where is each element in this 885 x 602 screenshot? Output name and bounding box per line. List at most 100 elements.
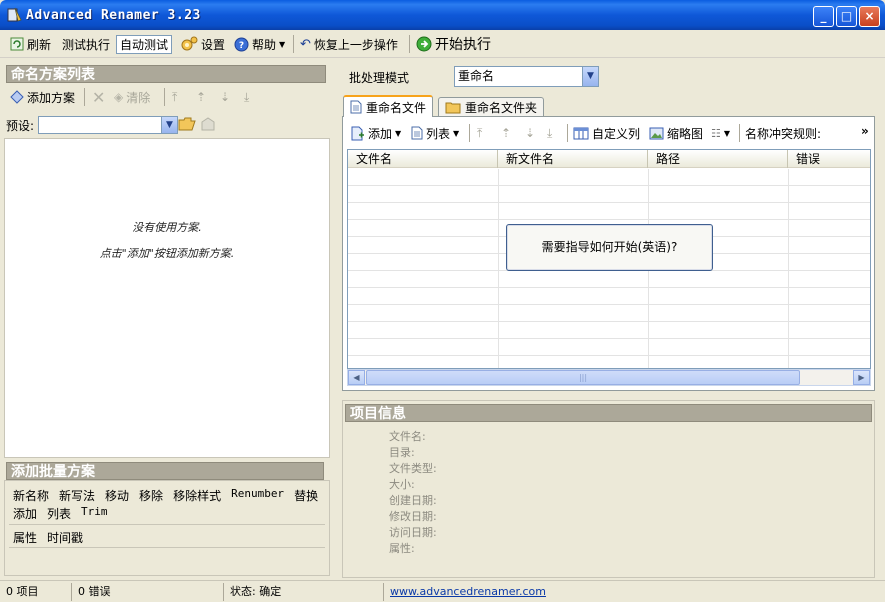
folder-icon	[445, 102, 461, 114]
column-header-path[interactable]: 路径	[648, 150, 788, 168]
move-top-button[interactable]: ⤒	[172, 87, 177, 107]
horizontal-scrollbar[interactable]: ◀ ||| ▶	[347, 369, 871, 386]
status-item-count: 0 项目	[0, 583, 72, 601]
move-bottom-button[interactable]: ⤓	[244, 87, 249, 107]
batch-method-batch_row3-0[interactable]: 属性	[13, 529, 37, 546]
chevron-double-right-icon: »	[861, 124, 869, 138]
settings-button[interactable]: 设置	[180, 34, 225, 54]
gear-icon	[181, 36, 198, 51]
add-files-button[interactable]: 添加 ▼	[351, 123, 401, 143]
settings-label: 设置	[201, 37, 226, 52]
view-mode-button[interactable]: ☷ ▼	[711, 123, 730, 143]
batch-method-batch_row1-5[interactable]: Renumber	[231, 487, 284, 504]
toolbar-separator	[469, 124, 470, 142]
batch-mode-select[interactable]: 重命名 ▼	[454, 66, 599, 87]
toolbar-separator	[409, 35, 410, 53]
column-header-new-filename[interactable]: 新文件名	[498, 150, 648, 168]
methods-list[interactable]: 没有使用方案. 点击"添加"按钮添加新方案.	[4, 138, 330, 458]
batch-method-batch_row2-2[interactable]: Trim	[81, 505, 108, 522]
list-button[interactable]: 列表 ▼	[411, 123, 459, 143]
move-down-button[interactable]: ⇣	[220, 87, 230, 107]
getting-started-help-button[interactable]: 需要指导如何开始(英语)?	[506, 224, 713, 271]
toolbar-separator	[567, 124, 568, 142]
window-title: Advanced Renamer 3.23	[26, 8, 201, 23]
move-down-button[interactable]: ⇣	[525, 123, 535, 143]
preset-select[interactable]: ▼	[38, 116, 178, 134]
undo-label: 恢复上一步操作	[313, 37, 398, 52]
move-up-button[interactable]: ⇡	[501, 123, 511, 143]
diamond-add-icon	[10, 90, 24, 104]
toolbar-separator	[293, 35, 294, 53]
preset-row: 预设: ▼	[4, 114, 328, 136]
help-menu-button[interactable]: ? 帮助 ▼	[234, 34, 285, 54]
custom-columns-label: 自定义列	[592, 126, 641, 141]
main-toolbar: 刷新 测试执行 自动测试 设置 ? 帮助 ▼ ↶ 恢复上一步操作 开始执行	[0, 30, 885, 58]
delete-method-button[interactable]: ✕	[92, 87, 105, 107]
batch-mode-value: 重命名	[458, 69, 495, 83]
scroll-right-button[interactable]: ▶	[853, 370, 870, 385]
batch-method-batch_row2-0[interactable]: 添加	[13, 505, 37, 522]
chevron-down-icon: ▼	[582, 67, 598, 86]
minimize-button[interactable]: _	[813, 6, 834, 27]
column-header-filename[interactable]: 文件名	[348, 150, 498, 168]
refresh-button[interactable]: 刷新	[10, 34, 51, 54]
item-info-field: 大小:	[389, 478, 415, 491]
toolbar-separator	[739, 124, 740, 142]
move-down-icon: ⇣	[525, 126, 536, 140]
open-preset-button[interactable]	[178, 114, 196, 134]
refresh-icon	[10, 37, 24, 51]
toolbar-overflow-button[interactable]: »	[861, 121, 869, 141]
item-info-panel: 项目信息 文件名: 目录: 文件类型: 大小: 创建日期: 修改日期: 访问日期: 属性:	[342, 400, 875, 578]
clear-button[interactable]: ◈ 清除	[114, 87, 150, 107]
toolbar-separator	[84, 88, 85, 106]
item-info-field: 修改日期:	[389, 510, 437, 523]
add-files-label: 添加	[368, 126, 393, 141]
batch-method-batch_row1-3[interactable]: 移除	[139, 487, 163, 504]
move-bottom-icon: ⤓	[244, 89, 250, 104]
view-list-icon: ☷	[711, 126, 721, 140]
website-link-cell: www.advancedrenamer.com	[384, 583, 885, 601]
undo-button[interactable]: ↶ 恢复上一步操作	[300, 34, 398, 54]
toolbar-separator	[164, 88, 165, 106]
close-button[interactable]: ×	[859, 6, 880, 27]
auto-test-toggle[interactable]: 自动测试	[116, 35, 173, 54]
item-info-field: 创建日期:	[389, 494, 437, 507]
add-method-button[interactable]: 添加方案	[10, 87, 75, 107]
save-icon	[201, 117, 215, 131]
batch-method-batch_row2-1[interactable]: 列表	[47, 505, 71, 522]
chevron-down-icon: ▼	[161, 117, 177, 133]
website-link[interactable]: www.advancedrenamer.com	[390, 585, 546, 598]
status-state: 状态: 确定	[224, 583, 384, 601]
move-up-button[interactable]: ⇡	[196, 87, 206, 107]
move-bottom-button[interactable]: ⤓	[547, 123, 552, 143]
batch-method-batch_row1-4[interactable]: 移除样式	[173, 487, 221, 504]
column-divider	[788, 169, 789, 368]
start-button[interactable]: 开始执行	[416, 34, 491, 54]
dropdown-arrow-icon: ▼	[279, 39, 286, 49]
batch-row: 属性 时间戳	[13, 529, 83, 546]
help-icon: ?	[234, 37, 249, 51]
maximize-button[interactable]: □	[836, 6, 857, 27]
move-down-icon: ⇣	[220, 90, 231, 104]
batch-method-batch_row1-0[interactable]: 新名称	[13, 487, 49, 504]
auto-test-label: 自动测试	[120, 38, 169, 52]
scroll-left-button[interactable]: ◀	[348, 370, 365, 385]
thumbnails-button[interactable]: 缩略图	[649, 123, 703, 143]
save-preset-button[interactable]	[200, 114, 216, 134]
title-bar: Advanced Renamer 3.23 _ □ ×	[0, 0, 885, 30]
batch-method-batch_row3-1[interactable]: 时间戳	[47, 529, 83, 546]
scroll-thumb[interactable]: |||	[366, 370, 800, 385]
batch-method-batch_row1-2[interactable]: 移动	[105, 487, 129, 504]
move-up-icon: ⇡	[501, 126, 512, 140]
methods-toolbar: 添加方案 ✕ ◈ 清除 ⤒ ⇡ ⇣ ⤓	[4, 86, 328, 108]
tab-rename-folders[interactable]: 重命名文件夹	[438, 97, 545, 117]
batch-method-batch_row1-6[interactable]: 替换	[294, 487, 318, 504]
custom-columns-button[interactable]: 自定义列	[573, 123, 640, 143]
batch-method-batch_row1-1[interactable]: 新写法	[59, 487, 95, 504]
start-arrow-icon	[416, 36, 432, 52]
column-header-error[interactable]: 错误	[788, 150, 870, 168]
tab-rename-files[interactable]: 重命名文件	[343, 95, 434, 117]
move-top-button[interactable]: ⤒	[477, 123, 482, 143]
test-run-button[interactable]: 测试执行	[62, 34, 110, 54]
batch-methods-header: 添加批量方案	[6, 462, 324, 480]
